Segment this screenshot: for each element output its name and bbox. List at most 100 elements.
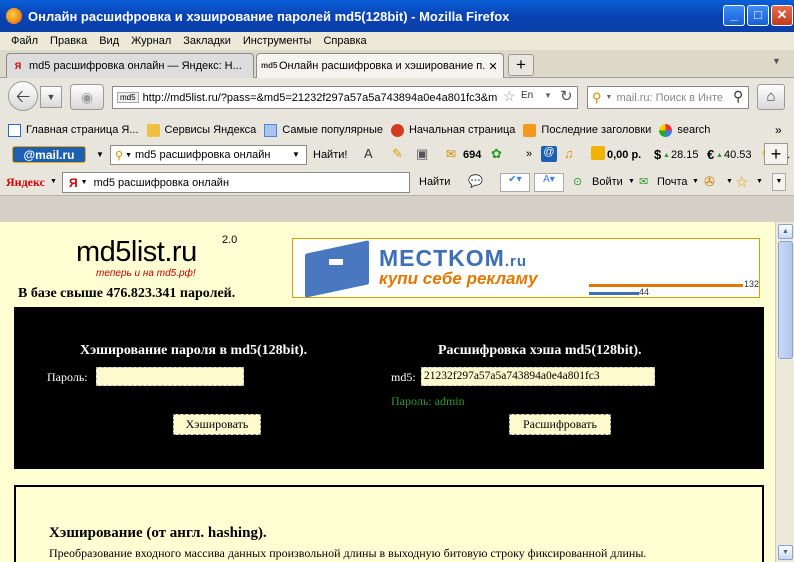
tab-yandex-search[interactable]: Я md5 расшифровка онлайн — Яндекс: Н...: [6, 53, 254, 78]
minimize-button[interactable]: _: [723, 5, 745, 26]
url-text[interactable]: http://md5list.ru/?pass=&md5=21232f297a5…: [143, 92, 498, 104]
screenshot-icon[interactable]: ▣: [416, 146, 428, 162]
dropdown-icon[interactable]: ▼: [756, 178, 763, 185]
ad-banner[interactable]: MECTKOM.ru купи себе рекламу 132 44: [292, 238, 760, 298]
tab-md5list[interactable]: md5 Онлайн расшифровка и хэширование п..…: [256, 53, 504, 78]
bookmark-item[interactable]: Последние заголовки: [523, 123, 652, 137]
yandex-search-input[interactable]: Я ▼ md5 расшифровка онлайн: [62, 172, 410, 193]
highlight-icon[interactable]: ✎: [392, 146, 403, 162]
menu-history[interactable]: Журнал: [131, 35, 171, 47]
site-logo[interactable]: md5list.ru: [76, 236, 197, 269]
mailru-find-button[interactable]: Найти!: [313, 149, 347, 161]
usd-rate[interactable]: 28.15: [671, 149, 699, 161]
decrypt-button[interactable]: Расшифровать: [509, 414, 611, 435]
bookmark-label: search: [677, 124, 711, 136]
search-go-icon[interactable]: ⚲: [733, 88, 743, 105]
bar-icon[interactable]: ✇: [704, 174, 715, 190]
firefox-icon: [6, 8, 22, 24]
eur-rate[interactable]: 40.53: [724, 149, 752, 161]
engine-dropdown-icon[interactable]: ▼: [606, 94, 613, 101]
menu-edit[interactable]: Правка: [50, 35, 87, 47]
yandex-search-text[interactable]: md5 расшифровка онлайн: [94, 177, 229, 189]
bookmark-item[interactable]: search: [659, 123, 711, 137]
wallet-icon[interactable]: [591, 146, 605, 160]
dropdown-icon[interactable]: ▼: [726, 178, 733, 185]
banner-brand: MECTKOM.ru: [379, 245, 527, 271]
scroll-thumb[interactable]: [778, 241, 793, 359]
history-dropdown-icon[interactable]: ▼: [40, 86, 62, 108]
menu-view[interactable]: Вид: [99, 35, 119, 47]
yandex-login-button[interactable]: Войти: [592, 176, 623, 188]
url-dropdown-icon[interactable]: ▼: [544, 91, 552, 100]
mailru-menu-icon[interactable]: ▼: [96, 150, 104, 159]
password-label: Пароль:: [47, 370, 88, 384]
yandex-mail-button[interactable]: Почта: [657, 176, 688, 188]
md5-label: md5:: [391, 370, 416, 384]
scroll-down-button[interactable]: ▼: [778, 545, 793, 560]
bookmark-star-icon[interactable]: ☆: [503, 88, 516, 105]
spellcheck-button[interactable]: ✔▾: [500, 173, 530, 192]
maximize-button[interactable]: □: [747, 5, 769, 26]
bookmarks-overflow-icon[interactable]: »: [775, 123, 782, 137]
bookmark-label: Главная страница Я...: [26, 124, 139, 136]
bookmark-label: Начальная страница: [408, 124, 516, 136]
home-button[interactable]: ⌂: [757, 84, 785, 110]
mailru-logo[interactable]: @mail.ru: [12, 146, 86, 163]
favorites-star-icon[interactable]: ☆: [735, 173, 748, 191]
hash-button[interactable]: Хэшировать: [173, 414, 261, 435]
menu-file[interactable]: Файл: [11, 35, 38, 47]
password-input[interactable]: [96, 367, 244, 386]
new-tab-button[interactable]: +: [508, 54, 534, 76]
yandex-find-button[interactable]: Найти: [419, 176, 450, 188]
scroll-up-button[interactable]: ▲: [778, 224, 793, 239]
yandex-logo[interactable]: Яндекс: [6, 175, 45, 190]
banner-stat-bar-2: [589, 292, 639, 295]
dropdown-icon[interactable]: ▼: [628, 178, 635, 185]
menu-tools[interactable]: Инструменты: [243, 35, 312, 47]
toolbar-overflow-icon[interactable]: »: [526, 148, 532, 160]
mailru-search-text[interactable]: md5 расшифровка онлайн: [135, 149, 270, 161]
translate-icon[interactable]: En: [521, 90, 533, 101]
firefox-icon: [390, 123, 404, 137]
chat-icon[interactable]: 💬: [468, 174, 483, 188]
dropdown-icon[interactable]: ▼: [125, 152, 132, 159]
tab-list-icon[interactable]: ▼: [772, 56, 781, 66]
mail-count[interactable]: 694: [463, 149, 481, 161]
logo-subtitle[interactable]: теперь и на md5.рф!: [96, 268, 196, 279]
site-identity-icon[interactable]: md5: [117, 92, 139, 103]
bookmark-label: Последние заголовки: [541, 124, 652, 136]
close-tab-icon[interactable]: ✕: [486, 60, 500, 73]
banner-stat-1: 132: [744, 279, 760, 289]
back-button[interactable]: 🡠: [8, 81, 38, 111]
dropdown-icon[interactable]: ▼: [81, 179, 88, 186]
search-engine-icon[interactable]: ⚲: [592, 90, 602, 106]
search-history-icon[interactable]: ▼: [292, 150, 300, 159]
translate-button[interactable]: A▾: [534, 173, 564, 192]
at-icon[interactable]: @: [541, 146, 557, 162]
home-page-icon[interactable]: ◉: [70, 84, 104, 110]
search-bar[interactable]: ⚲ ▼ mail.ru: Поиск в Инте: [587, 86, 749, 109]
dropdown-icon[interactable]: ▼: [692, 178, 699, 185]
agent-icon[interactable]: ✿: [491, 146, 502, 162]
text-size-icon[interactable]: A: [364, 146, 373, 161]
wallet-balance[interactable]: 0,00 р.: [607, 149, 641, 161]
bookmarks-toolbar: Главная страница Я... Сервисы Яндекса Са…: [0, 118, 794, 142]
md5-hash-input[interactable]: 21232f297a57a5a743894a0e4a801fc3: [421, 367, 655, 386]
bookmark-item[interactable]: Начальная страница: [390, 123, 516, 137]
new-tab-plus-button[interactable]: +: [764, 143, 788, 165]
mailru-toolbar: @mail.ru ▼ ⚲ ▼ md5 расшифровка онлайн ▼ …: [0, 142, 794, 170]
mailru-search-input[interactable]: ⚲ ▼ md5 расшифровка онлайн: [110, 145, 307, 165]
page-scrollbar[interactable]: ▲ ▼: [775, 222, 794, 562]
yandex-menu-icon[interactable]: ▼: [50, 178, 57, 185]
reload-icon[interactable]: ↻: [560, 87, 573, 105]
music-icon[interactable]: ♫: [564, 146, 574, 161]
close-window-button[interactable]: ✕: [771, 5, 793, 26]
mail-icon: ✉: [639, 176, 649, 188]
toolbar-more-button[interactable]: ▼: [772, 173, 786, 191]
menu-help[interactable]: Справка: [323, 35, 366, 47]
bookmark-item[interactable]: Главная страница Я...: [8, 123, 139, 137]
mail-envelope-icon[interactable]: ✉: [446, 147, 456, 161]
bookmark-folder[interactable]: Сервисы Яндекса: [146, 123, 256, 137]
bookmark-item[interactable]: Самые популярные: [264, 123, 383, 137]
menu-bookmarks[interactable]: Закладки: [183, 35, 231, 47]
